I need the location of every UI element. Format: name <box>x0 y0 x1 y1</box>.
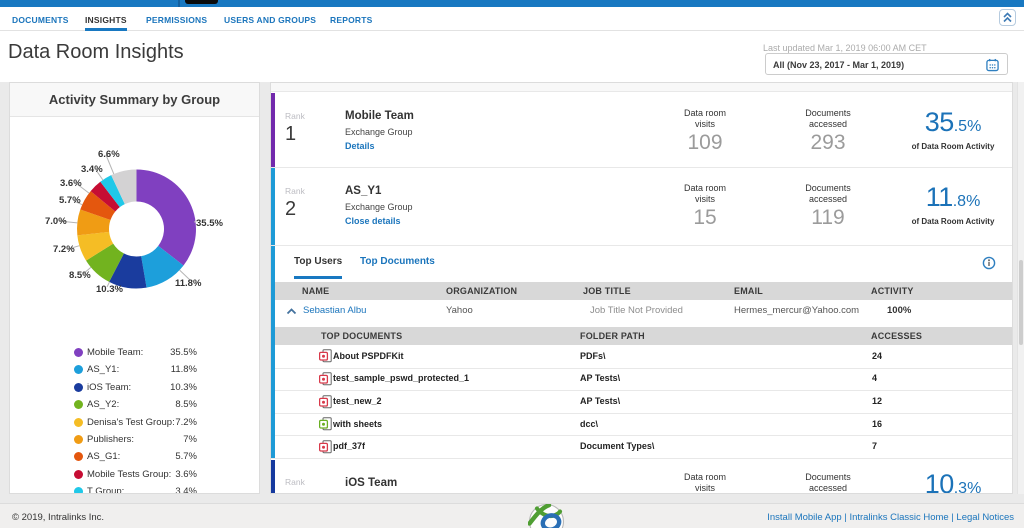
svg-text:5.7%: 5.7% <box>59 195 81 206</box>
svg-text:7.0%: 7.0% <box>45 216 67 227</box>
svg-text:3.6%: 3.6% <box>60 178 82 189</box>
svg-text:35.5%: 35.5% <box>196 218 223 229</box>
svg-text:3.4%: 3.4% <box>81 164 103 175</box>
svg-text:10.3%: 10.3% <box>96 284 123 295</box>
svg-text:11.8%: 11.8% <box>175 278 202 289</box>
svg-text:6.6%: 6.6% <box>98 149 120 160</box>
svg-text:8.5%: 8.5% <box>69 270 91 281</box>
svg-text:7.2%: 7.2% <box>53 244 75 255</box>
